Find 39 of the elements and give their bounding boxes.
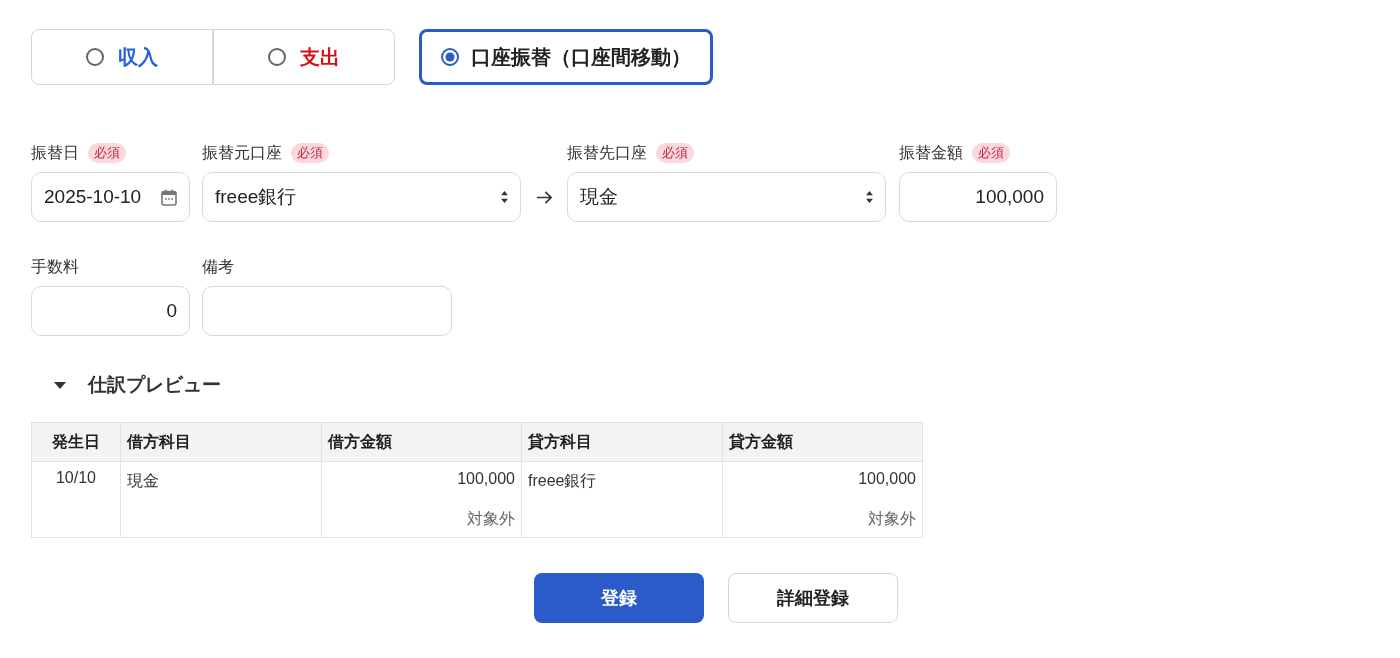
field-label: 振替元口座 [202,142,282,163]
detail-register-button[interactable]: 詳細登録 [727,573,898,623]
account-select[interactable]: freee銀行 [202,172,521,222]
required-badge: 必須 [88,143,126,163]
account-select[interactable]: 現金 [567,172,886,222]
column-header: 貸方金額 [722,422,923,462]
type-radio-option[interactable]: 収入 [31,29,213,85]
required-badge: 必須 [656,143,694,163]
amount-field[interactable]: 100,000 [899,172,1057,222]
column-header: 借方科目 [120,422,322,462]
type-radio-option[interactable]: 口座振替（口座間移動） [419,29,713,85]
required-badge: 必須 [291,143,329,163]
column-header: 貸方科目 [521,422,723,462]
tax-category-text: 対象外 [867,509,916,529]
field-label: 振替日 [31,142,79,163]
select-arrows-icon [501,191,508,203]
memo-field[interactable] [202,286,452,336]
calendar-icon [161,188,177,206]
column-header: 発生日 [31,422,121,462]
right-arrow-icon [535,189,553,205]
caret-icon[interactable] [54,379,66,391]
required-badge: 必須 [972,143,1010,163]
amount-text: 100,000 [857,469,916,489]
fee-field[interactable]: 0 [31,286,190,336]
select-arrows-icon [866,191,873,203]
tax-category-text: 対象外 [466,509,515,529]
field-label: 振替金額 [899,142,963,163]
field-label: 振替先口座 [567,142,647,163]
table-cell: 10/10 [31,461,121,538]
table-cell: 現金 [120,461,322,538]
field-label: 備考 [202,256,234,277]
section-title[interactable]: 仕訳プレビュー [88,372,221,398]
amount-text: 100,000 [456,469,515,489]
table-cell: freee銀行 [521,461,723,538]
type-radio-option[interactable]: 支出 [213,29,395,85]
column-header: 借方金額 [321,422,522,462]
register-button[interactable]: 登録 [533,573,704,623]
date-field[interactable]: 2025-10-10 [31,172,190,222]
field-label: 手数料 [31,256,79,277]
